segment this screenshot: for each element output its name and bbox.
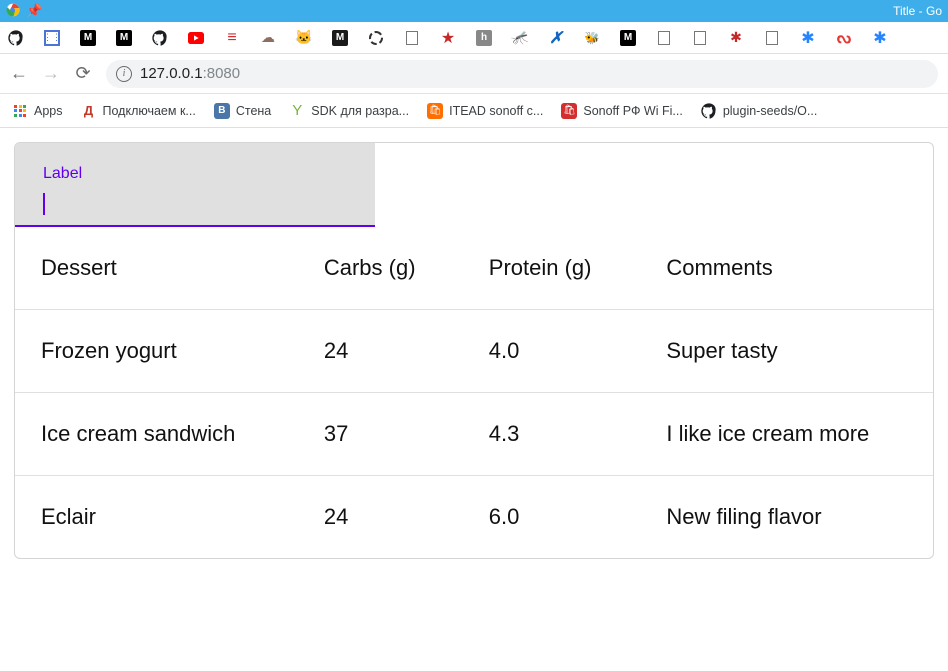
table-cell: I like ice cream more (640, 393, 933, 476)
tab-favicon[interactable]: ✗ (548, 30, 564, 46)
site-info-icon[interactable]: i (116, 66, 132, 82)
bookmark-icon (701, 103, 717, 119)
tab-favicon[interactable]: ⋮⋮ (44, 30, 60, 46)
table-cell: 37 (298, 393, 463, 476)
table-header-row: Dessert Carbs (g) Protein (g) Comments (15, 227, 933, 310)
table-cell: 24 (298, 476, 463, 559)
bookmark-icon: B (214, 103, 230, 119)
tab-favicon[interactable]: M (620, 30, 636, 46)
window-title: Title - Go (893, 4, 942, 18)
tab-favicon[interactable] (764, 30, 780, 46)
tab-favicon[interactable] (8, 30, 24, 46)
tab-favicon[interactable]: 🐝 (584, 30, 600, 46)
table-cell: 4.0 (463, 310, 641, 393)
table-header-cell: Carbs (g) (298, 227, 463, 310)
tab-favicon[interactable]: ✱ (872, 30, 888, 46)
bookmark-icon: Д (81, 103, 97, 119)
reload-button[interactable]: ⟳ (74, 63, 92, 84)
card: Label Dessert Carbs (g) Protein (g) Comm… (14, 142, 934, 559)
browser-toolbar: ← → ⟳ i 127.0.0.1:8080 (0, 54, 948, 94)
bookmark-label: SDK для разра... (311, 104, 409, 118)
browser-tab-strip: ⋮⋮ M M ≡ ☁ 🐱 M ★ h 🦟 ✗ 🐝 M ✱ ✱ ᔓ ✱ (0, 22, 948, 54)
bookmark-label: Sonoff РФ Wi Fi... (583, 104, 682, 118)
bookmark-icon: Y (289, 103, 305, 119)
tab-favicon[interactable]: ☁ (260, 30, 276, 46)
table-header-cell: Dessert (15, 227, 298, 310)
bookmarks-bar: Apps Д Подключаем к... B Стена Y SDK для… (0, 94, 948, 128)
tab-favicon[interactable] (188, 30, 204, 46)
tab-favicon[interactable]: ≡ (224, 30, 240, 46)
bookmark-item[interactable]: Y SDK для разра... (289, 103, 409, 119)
table-cell: Ice cream sandwich (15, 393, 298, 476)
bookmark-label: Подключаем к... (103, 104, 196, 118)
page-content: Label Dessert Carbs (g) Protein (g) Comm… (0, 128, 948, 573)
table-cell: 6.0 (463, 476, 641, 559)
bookmark-label: ITEAD sonoff c... (449, 104, 543, 118)
url-host: 127.0.0.1 (140, 65, 203, 82)
table-cell: 24 (298, 310, 463, 393)
bookmark-label: Стена (236, 104, 271, 118)
bookmark-label: plugin-seeds/O... (723, 104, 818, 118)
bookmark-item[interactable]: plugin-seeds/O... (701, 103, 818, 119)
bookmark-item[interactable]: Д Подключаем к... (81, 103, 196, 119)
bookmark-item[interactable]: 🛍 Sonoff РФ Wi Fi... (561, 103, 682, 119)
bookmarks-apps[interactable]: Apps (12, 103, 63, 119)
tab-favicon[interactable] (692, 30, 708, 46)
tab-favicon[interactable] (404, 30, 420, 46)
table-cell: Frozen yogurt (15, 310, 298, 393)
bookmark-icon: 🛍 (427, 103, 443, 119)
text-field-caret (43, 193, 45, 215)
pin-icon[interactable]: 📌 (26, 3, 42, 19)
bookmark-item[interactable]: B Стена (214, 103, 271, 119)
apps-icon (12, 103, 28, 119)
tab-favicon[interactable]: 🦟 (512, 30, 528, 46)
tab-favicon[interactable]: ✱ (800, 30, 816, 46)
table-row[interactable]: Frozen yogurt 24 4.0 Super tasty (15, 310, 933, 393)
table-header-cell: Protein (g) (463, 227, 641, 310)
tab-favicon[interactable]: ✱ (728, 30, 744, 46)
forward-button[interactable]: → (42, 63, 60, 84)
tab-favicon[interactable]: M (80, 30, 96, 46)
table-cell: New filing flavor (640, 476, 933, 559)
tab-favicon[interactable]: M (116, 30, 132, 46)
table-row[interactable]: Ice cream sandwich 37 4.3 I like ice cre… (15, 393, 933, 476)
tab-favicon[interactable]: ★ (440, 30, 456, 46)
bookmark-item[interactable]: 🛍 ITEAD sonoff c... (427, 103, 543, 119)
text-field[interactable]: Label (15, 143, 375, 227)
table-cell: Super tasty (640, 310, 933, 393)
tab-favicon[interactable]: 🐱 (296, 30, 312, 46)
back-button[interactable]: ← (10, 63, 28, 84)
table-cell: Eclair (15, 476, 298, 559)
table-row[interactable]: Eclair 24 6.0 New filing flavor (15, 476, 933, 559)
tab-favicon[interactable] (368, 30, 384, 46)
chrome-icon (6, 3, 20, 20)
url-port: :8080 (203, 65, 241, 82)
tab-favicon[interactable]: ᔓ (836, 30, 852, 46)
window-title-bar: 📌 Title - Go (0, 0, 948, 22)
tab-favicon[interactable]: M (332, 30, 348, 46)
bookmark-icon: 🛍 (561, 103, 577, 119)
text-field-label: Label (43, 165, 347, 183)
tab-favicon[interactable] (152, 30, 168, 46)
bookmark-label: Apps (34, 104, 63, 118)
table-header-cell: Comments (640, 227, 933, 310)
address-bar[interactable]: i 127.0.0.1:8080 (106, 60, 938, 88)
data-table: Dessert Carbs (g) Protein (g) Comments F… (15, 227, 933, 558)
table-cell: 4.3 (463, 393, 641, 476)
tab-favicon[interactable] (656, 30, 672, 46)
tab-favicon[interactable]: h (476, 30, 492, 46)
